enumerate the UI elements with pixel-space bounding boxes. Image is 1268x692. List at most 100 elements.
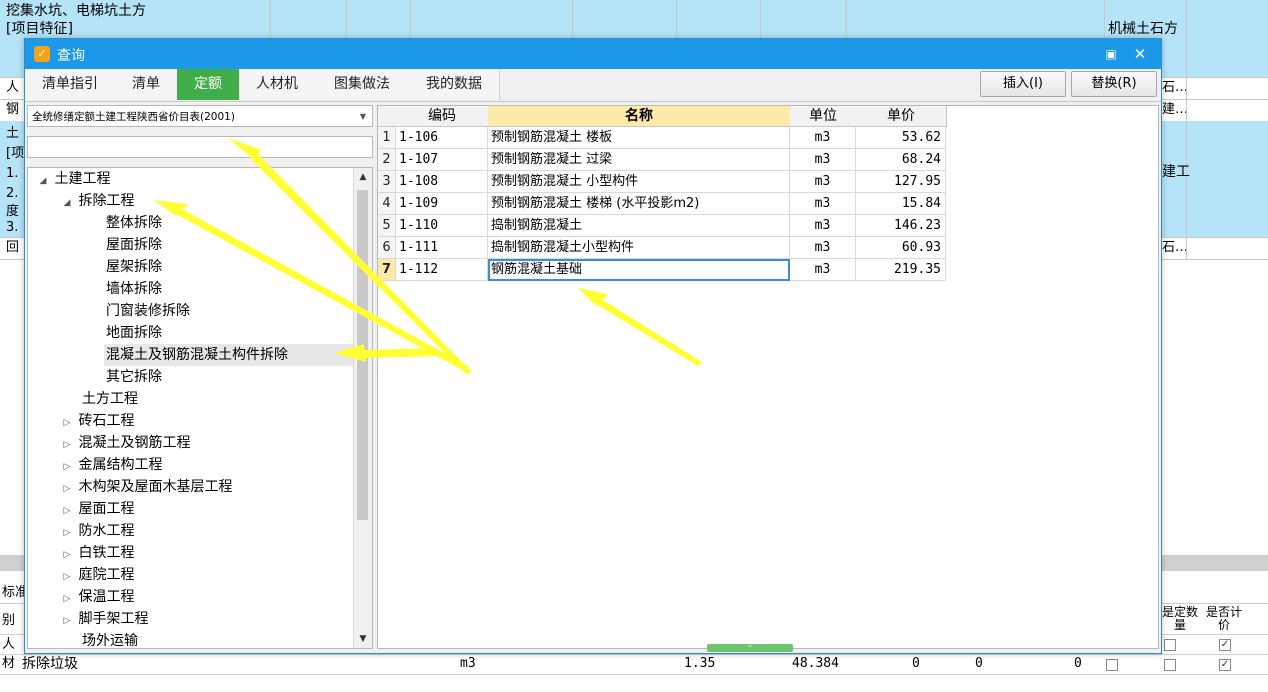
row-value: 0: [1074, 656, 1082, 671]
quota-code: 1-112: [396, 259, 488, 281]
insert-button[interactable]: 插入(I): [980, 71, 1066, 97]
scroll-thumb[interactable]: [357, 190, 368, 520]
panel-resize-handle[interactable]: ⌃: [707, 644, 793, 652]
tree-node[interactable]: ▷ 混凝土及钢筋工程: [60, 432, 191, 456]
expand-icon[interactable]: ▷: [60, 566, 74, 588]
tree-node[interactable]: ▷ 木构架及屋面木基层工程: [60, 476, 233, 500]
tree-scrollbar[interactable]: ▲ ▼: [353, 168, 372, 648]
tree-node[interactable]: ▷ 金属结构工程: [60, 454, 163, 478]
quota-code: 1-106: [396, 127, 488, 149]
quota-price: 68.24: [856, 149, 946, 171]
tree-node[interactable]: ◢ 土建工程: [36, 168, 111, 192]
tree-leaf[interactable]: 屋架拆除: [106, 256, 162, 278]
row-right-label: 石…: [1162, 80, 1189, 95]
tree-node[interactable]: ▷ 防水工程: [60, 520, 135, 544]
scroll-down-icon[interactable]: ▼: [354, 630, 372, 648]
column-header-unit[interactable]: 单位: [790, 106, 857, 127]
tree-node[interactable]: ▷ 白铁工程: [60, 542, 135, 566]
row-value: 0: [975, 656, 983, 671]
tree-node-label: 整体拆除: [106, 215, 162, 231]
close-icon[interactable]: ✕: [1129, 43, 1151, 65]
search-input[interactable]: [27, 136, 373, 158]
tab-list-guide[interactable]: 清单指引: [25, 69, 116, 100]
row-feature-label: [项: [6, 146, 25, 161]
expand-icon[interactable]: ▷: [60, 434, 74, 456]
is-priced-checkbox[interactable]: ✓: [1219, 659, 1231, 671]
expand-icon[interactable]: ▷: [60, 456, 74, 478]
tree-node-label: 木构架及屋面木基层工程: [78, 479, 233, 495]
quota-code: 1-111: [396, 237, 488, 259]
row-number: 3: [378, 171, 396, 193]
tree-leaf[interactable]: 地面拆除: [106, 322, 162, 344]
row-type: 土: [6, 126, 20, 141]
tree-leaf[interactable]: 门窗装修拆除: [106, 300, 190, 322]
maximize-icon[interactable]: ▣: [1100, 43, 1122, 65]
tree-leaf-selected[interactable]: 混凝土及钢筋混凝土构件拆除: [104, 344, 356, 366]
column-header-name[interactable]: 名称: [488, 106, 791, 127]
app-logo-icon: ✓: [34, 46, 50, 62]
tree-leaf[interactable]: 其它拆除: [106, 366, 162, 388]
row-number: 2: [378, 149, 396, 171]
dialog-titlebar[interactable]: ✓ 查询 ▣ ✕: [25, 39, 1161, 69]
scroll-up-icon[interactable]: ▲: [354, 168, 372, 186]
tab-my-data[interactable]: 我的数据: [409, 69, 500, 100]
row-number: 6: [378, 237, 396, 259]
tree-node[interactable]: ▷ 庭院工程: [60, 564, 135, 588]
expand-icon[interactable]: ▷: [60, 544, 74, 566]
tree-node-label: 场外运输: [82, 633, 138, 649]
header-fixed-qty: 是定数量: [1161, 605, 1198, 632]
tree-leaf[interactable]: 土方工程: [82, 388, 138, 410]
lower-data-row[interactable]: 材 拆除垃圾 m3 1.35 48.384 0 0 0 ✓: [0, 655, 1268, 675]
tab-labor-material-machine[interactable]: 人材机: [239, 69, 316, 100]
row-type: 人: [2, 637, 16, 652]
header-is-priced: 是否计价: [1205, 605, 1242, 632]
tree-node-label: 混凝土及钢筋混凝土构件拆除: [106, 347, 288, 363]
quota-name: 捣制钢筋混凝土小型构件: [488, 237, 790, 259]
tree-node[interactable]: ▷ 屋面工程: [60, 498, 135, 522]
fixed-qty-checkbox[interactable]: [1164, 659, 1176, 671]
chevron-down-icon[interactable]: ▼: [360, 106, 366, 126]
quota-unit: m3: [790, 259, 856, 281]
tree-node[interactable]: ▷ 脚手架工程: [60, 608, 149, 632]
expand-icon[interactable]: ▷: [60, 412, 74, 434]
row-number: 1: [378, 127, 396, 149]
quota-results-grid: 编码 名称 单位 单价 1 1-106 预制钢筋混凝土 楼板 m3 53.62 …: [377, 105, 1159, 649]
quota-unit: m3: [790, 215, 856, 237]
tab-atlas-method[interactable]: 图集做法: [315, 69, 410, 100]
is-priced-checkbox[interactable]: ✓: [1219, 639, 1231, 651]
quota-library-value: 全统修缮定额土建工程陕西省价目表(2001): [32, 111, 235, 123]
row-checkbox[interactable]: [1106, 659, 1118, 671]
quota-name: 预制钢筋混凝土 过梁: [488, 149, 790, 171]
quota-price: 127.95: [856, 171, 946, 193]
tree-node[interactable]: ◢ 拆除工程: [60, 190, 135, 214]
tree-node-label: 地面拆除: [106, 325, 162, 341]
tab-list[interactable]: 清单: [115, 69, 178, 100]
expand-icon[interactable]: ▷: [60, 478, 74, 500]
expand-icon[interactable]: ▷: [60, 588, 74, 610]
quota-name[interactable]: 钢筋混凝土基础: [488, 259, 790, 281]
quota-name: 预制钢筋混凝土 小型构件: [488, 171, 790, 193]
tree-node-label: 脚手架工程: [78, 611, 149, 627]
tree-leaf[interactable]: 屋面拆除: [106, 234, 162, 256]
replace-button[interactable]: 替换(R): [1071, 71, 1157, 97]
tree-leaf[interactable]: 场外运输: [82, 630, 138, 649]
tree-node[interactable]: ▷ 保温工程: [60, 586, 135, 610]
column-header-code[interactable]: 编码: [396, 106, 489, 127]
collapse-icon[interactable]: ◢: [60, 192, 74, 214]
row-number: 7: [378, 259, 396, 281]
expand-icon[interactable]: ▷: [60, 610, 74, 632]
quota-code: 1-110: [396, 215, 488, 237]
quota-library-select[interactable]: 全统修缮定额土建工程陕西省价目表(2001) ▼: [27, 105, 373, 127]
tree-leaf[interactable]: 墙体拆除: [106, 278, 162, 300]
tab-quota[interactable]: 定额: [177, 69, 240, 100]
fixed-qty-checkbox[interactable]: [1164, 639, 1176, 651]
expand-icon[interactable]: ▷: [60, 500, 74, 522]
quota-unit: m3: [790, 171, 856, 193]
column-header-price[interactable]: 单价: [856, 106, 947, 127]
collapse-icon[interactable]: ◢: [36, 170, 50, 192]
tree-leaf[interactable]: 整体拆除: [106, 212, 162, 234]
expand-icon[interactable]: ▷: [60, 522, 74, 544]
tree-node[interactable]: ▷ 砖石工程: [60, 410, 135, 434]
dialog-tab-bar: 清单指引 清单 定额 人材机 图集做法 我的数据 插入(I) 替换(R): [25, 69, 1161, 102]
row-right-label: 建…: [1162, 102, 1189, 117]
